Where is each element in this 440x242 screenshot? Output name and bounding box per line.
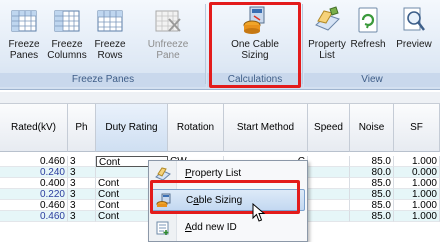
freeze-rows-line2: Rows	[97, 50, 123, 61]
column-header[interactable]: Start Method	[224, 104, 308, 152]
cell-rated[interactable]: 0.400	[0, 178, 68, 189]
cell-speed[interactable]	[308, 189, 350, 200]
refresh-label: Refresh	[350, 39, 386, 50]
freeze-panes-button[interactable]: Freeze Panes	[4, 4, 44, 61]
column-header[interactable]: Rotation	[168, 104, 224, 152]
column-header[interactable]: Noise	[350, 104, 394, 152]
view-group: Property List Refresh Preview View	[304, 0, 440, 88]
menu-item-label: Add new ID	[185, 222, 237, 233]
freeze-columns-button[interactable]: Freeze Columns	[46, 4, 88, 61]
cell-sf[interactable]: 0.000	[394, 167, 440, 178]
cell-speed[interactable]	[308, 211, 350, 222]
freeze-panes-line1: Freeze	[8, 39, 40, 50]
cell-ph[interactable]: 3	[68, 189, 96, 200]
cell-sf[interactable]: 1.000	[394, 189, 440, 200]
cell-ph[interactable]: 3	[68, 211, 96, 222]
cell-speed[interactable]	[308, 178, 350, 189]
cell-speed[interactable]	[308, 200, 350, 211]
cell-sf[interactable]: 1.000	[394, 156, 440, 167]
freeze-panes-group: Freeze Panes Freeze Columns Freeze Rows	[0, 0, 206, 88]
freeze-columns-icon	[54, 10, 80, 32]
cable-sizing-highlight	[150, 180, 300, 214]
cell-rated[interactable]: 0.460	[0, 156, 68, 167]
preview-icon	[403, 7, 425, 31]
freeze-panes-group-label: Freeze Panes	[0, 73, 206, 87]
cell-ph[interactable]: 3	[68, 178, 96, 189]
freeze-columns-line1: Freeze	[51, 39, 83, 50]
cell-noise[interactable]: 85.0	[350, 200, 394, 211]
freeze-panes-icon	[11, 10, 37, 32]
view-group-label: View	[304, 73, 440, 87]
column-header[interactable]: SF	[394, 104, 440, 152]
column-header[interactable]: Speed	[308, 104, 350, 152]
preview-button[interactable]: Preview	[390, 4, 438, 50]
cell-speed[interactable]	[308, 156, 350, 167]
unfreeze-pane-icon	[155, 10, 181, 32]
property-list-line2: List	[319, 50, 335, 61]
cell-noise[interactable]: 85.0	[350, 178, 394, 189]
add-id-icon	[156, 221, 169, 235]
cell-speed[interactable]	[308, 167, 350, 178]
cell-noise[interactable]: 85.0	[350, 211, 394, 222]
cell-rated[interactable]: 0.220	[0, 189, 68, 200]
column-header[interactable]: Rated(kV)	[0, 104, 68, 152]
freeze-rows-line1: Freeze	[94, 39, 126, 50]
cell-sf[interactable]: 1.000	[394, 200, 440, 211]
freeze-rows-icon	[97, 10, 123, 32]
cell-noise[interactable]: 85.0	[350, 189, 394, 200]
grid-filter-row	[0, 92, 440, 104]
cell-noise[interactable]: 80.0	[350, 167, 394, 178]
property-list-line1: Property	[308, 39, 346, 50]
freeze-columns-line2: Columns	[47, 50, 87, 61]
cell-ph[interactable]: 3	[68, 200, 96, 211]
unfreeze-pane-line1: Unfreeze	[147, 39, 189, 50]
property-list-icon	[315, 6, 340, 31]
cell-rated[interactable]: 0.460	[0, 200, 68, 211]
cell-rated[interactable]: 0.240	[0, 167, 68, 178]
cell-rated[interactable]: 0.460	[0, 211, 68, 222]
freeze-panes-line2: Panes	[9, 50, 39, 61]
property-list-button[interactable]: Property List	[306, 4, 348, 61]
column-header[interactable]: Duty Rating	[96, 104, 168, 152]
column-header[interactable]: Ph	[68, 104, 96, 152]
refresh-icon	[358, 7, 378, 33]
ribbon: Freeze Panes Freeze Columns Freeze Rows	[0, 0, 440, 90]
freeze-rows-button[interactable]: Freeze Rows	[90, 4, 130, 61]
calculations-highlight	[209, 2, 301, 88]
menu-item-add-new-id[interactable]: Add new ID	[151, 217, 305, 239]
unfreeze-pane-button[interactable]: Unfreeze Pane	[132, 4, 204, 61]
mouse-cursor-icon	[252, 203, 266, 222]
group-separator	[205, 4, 206, 84]
cell-noise[interactable]: 85.0	[350, 156, 394, 167]
preview-label: Preview	[396, 39, 432, 50]
cell-sf[interactable]: 1.000	[394, 178, 440, 189]
refresh-button[interactable]: Refresh	[348, 4, 388, 50]
cell-sf[interactable]: 1.000	[394, 211, 440, 222]
unfreeze-pane-line2: Pane	[156, 50, 180, 61]
cell-ph[interactable]: 3	[68, 167, 96, 178]
cell-ph[interactable]: 3	[68, 156, 96, 167]
group-separator	[302, 4, 303, 84]
